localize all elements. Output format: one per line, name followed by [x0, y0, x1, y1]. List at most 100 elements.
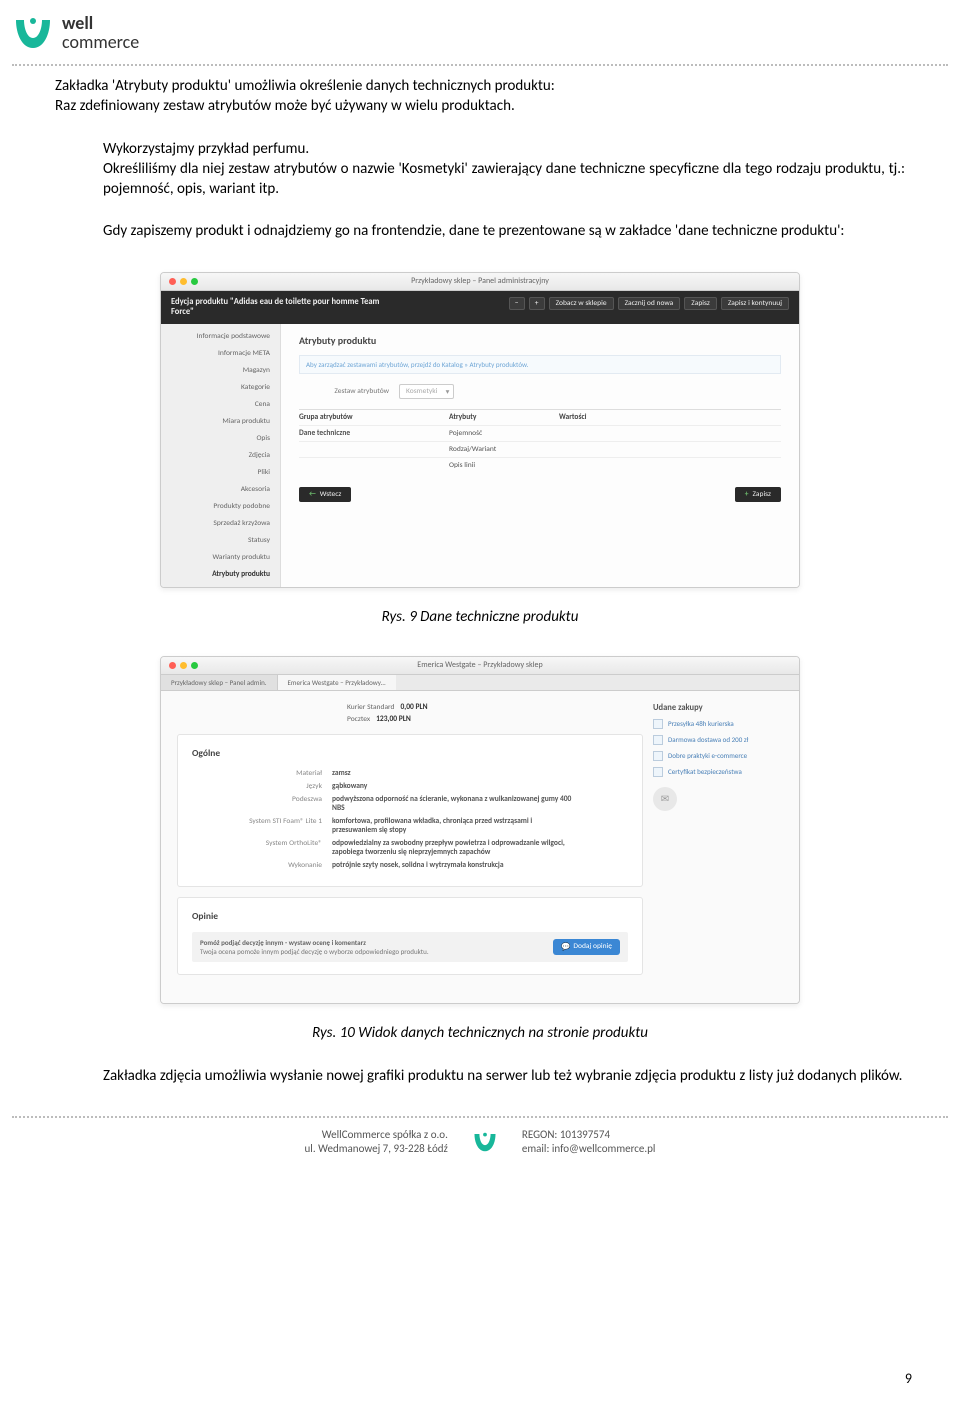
sidebar-item[interactable]: Informacje podstawowe	[161, 328, 280, 345]
logo-text: well commerce	[62, 14, 139, 52]
general-title: Ogólne	[192, 747, 628, 759]
attribute-set-select[interactable]: Kosmetyki	[399, 384, 454, 399]
ship-label: Kurier Standard	[347, 703, 394, 712]
mac-titlebar: Przykładowy sklep – Panel administracyjn…	[161, 273, 799, 291]
sidebar-item[interactable]: Produkty podobne	[161, 498, 280, 515]
opinions-line1: Pomóż podjąć decyzję innym - wystaw ocen…	[200, 938, 429, 947]
body-p1: Zakładka 'Atrybuty produktu' umożliwia o…	[55, 76, 905, 96]
sidebar-item[interactable]: Statusy	[161, 532, 280, 549]
chat-bubble-icon[interactable]: ✉	[653, 787, 677, 811]
chat-icon: 💬	[561, 942, 570, 952]
page-number: 9	[905, 1370, 912, 1387]
opinions-title: Opinie	[192, 910, 628, 922]
browser-tab-active[interactable]: Emerica Westgate – Przykładowy...	[278, 675, 396, 690]
save-continue-button[interactable]: Zapisz i kontynuuj	[721, 297, 789, 310]
spec-value: podwyższona odporność na ścieranie, wyko…	[332, 795, 572, 813]
box-icon	[653, 735, 663, 745]
minus-button[interactable]: −	[509, 297, 525, 310]
browser-tab[interactable]: Przykładowy sklep – Panel admin.	[161, 675, 278, 690]
logo-icon	[12, 12, 54, 54]
col-values: Wartości	[559, 413, 781, 422]
spec-value: odpowiedzialny za swobodny przepływ powi…	[332, 839, 572, 857]
side-item[interactable]: Certyfikat bezpieczeństwa	[653, 767, 783, 777]
opinions-section: Opinie Pomóż podjąć decyzję innym - wyst…	[177, 897, 643, 975]
footer-logo-icon	[472, 1129, 498, 1155]
caption-2: Rys. 10 Widok danych technicznych na str…	[55, 1024, 905, 1042]
sidebar-item[interactable]: Warianty produktu	[161, 549, 280, 566]
truck-icon	[653, 719, 663, 729]
pane-title: Atrybuty produktu	[299, 334, 781, 347]
side-item[interactable]: Dobre praktyki e-commerce	[653, 751, 783, 761]
spec-label: System STI Foam® Lite 1	[192, 817, 332, 835]
col-attr: Atrybuty	[449, 413, 559, 422]
doc-icon	[653, 751, 663, 761]
attr-label: Opis linii	[449, 461, 559, 470]
body-p2: Raz zdefiniowany zestaw atrybutów może b…	[55, 96, 905, 116]
body-p5: Gdy zapiszemy produkt i odnajdziemy go n…	[55, 221, 905, 241]
footer-email: email: info@wellcommerce.pl	[522, 1142, 656, 1156]
caption-1: Rys. 9 Dane techniczne produktu	[55, 608, 905, 626]
admin-topbar: Edycja produktu "Adidas eau de toilette …	[161, 291, 799, 324]
header-logo: well commerce	[0, 0, 960, 60]
back-button[interactable]: ← Wstecz	[299, 487, 351, 502]
edit-title: Edycja produktu "Adidas eau de toilette …	[171, 297, 391, 318]
admin-main-pane: Atrybuty produktu Aby zarządzać zestawam…	[281, 324, 799, 587]
side-item[interactable]: Darmowa dostawa od 200 zł	[653, 735, 783, 745]
sidebar-item[interactable]: Kategorie	[161, 379, 280, 396]
col-group: Grupa atrybutów	[299, 413, 449, 422]
admin-screenshot: Przykładowy sklep – Panel administracyjn…	[160, 272, 800, 588]
sidebar-item[interactable]: Pliki	[161, 464, 280, 481]
opinions-line2: Twoja ocena pomoże innym podjąć decyzję …	[200, 947, 429, 956]
group-label: Dane techniczne	[299, 429, 449, 438]
body-p3: Wykorzystajmy przykład perfumu.	[55, 139, 905, 159]
sidebar-item[interactable]: Informacje META	[161, 345, 280, 362]
select-label: Zestaw atrybutów	[299, 387, 399, 396]
sidebar-item[interactable]: Zdjęcia	[161, 447, 280, 464]
plus-icon: +	[745, 490, 749, 499]
attribute-table: Grupa atrybutów Atrybuty Wartości Dane t…	[299, 409, 781, 473]
side-title: Udane zakupy	[653, 703, 783, 713]
spec-label: Język	[192, 782, 332, 791]
body-p6: Zakładka zdjęcia umożliwia wysłanie nowe…	[55, 1066, 905, 1086]
window-title: Emerica Westgate – Przykładowy sklep	[161, 660, 799, 670]
save-button[interactable]: Zapisz	[684, 297, 717, 310]
spec-label: Podeszwa	[192, 795, 332, 813]
window-title: Przykładowy sklep – Panel administracyjn…	[161, 276, 799, 286]
attr-label: Rodzaj/Wariant	[449, 445, 559, 454]
spec-label: Wykonanie	[192, 861, 332, 870]
sidebar-item[interactable]: Sprzedaż krzyżowa	[161, 515, 280, 532]
store-screenshot: Emerica Westgate – Przykładowy sklep Prz…	[160, 656, 800, 1004]
sidebar-item[interactable]: Cena	[161, 396, 280, 413]
new-button[interactable]: Zacznij od nowa	[618, 297, 681, 310]
spec-value: gąbkowany	[332, 782, 572, 791]
side-item[interactable]: Przesyłka 48h kurierska	[653, 719, 783, 729]
general-section: Ogólne Materiałzamsz Językgąbkowany Pode…	[177, 734, 643, 887]
arrow-left-icon: ←	[309, 490, 316, 499]
ship-label: Pocztex	[347, 715, 370, 724]
spec-label: System OrthoLite®	[192, 839, 332, 857]
sidebar-item[interactable]: Opis	[161, 430, 280, 447]
footer-company: WellCommerce spółka z o.o.	[305, 1128, 448, 1142]
footer-regon: REGON: 101397574	[522, 1128, 656, 1142]
plus-button[interactable]: +	[529, 297, 545, 310]
sidebar-item-active[interactable]: Atrybuty produktu	[161, 566, 280, 583]
mac-titlebar: Emerica Westgate – Przykładowy sklep	[161, 657, 799, 675]
spec-value: zamsz	[332, 769, 572, 778]
ship-value: 0,00 PLN	[400, 703, 427, 712]
spec-value: komfortowa, profilowana wkładka, chronią…	[332, 817, 572, 835]
sidebar-item[interactable]: Magazyn	[161, 362, 280, 379]
hint-text: Aby zarządzać zestawami atrybutów, przej…	[299, 355, 781, 374]
lock-icon	[653, 767, 663, 777]
view-in-store-button[interactable]: Zobacz w sklepie	[549, 297, 614, 310]
sidebar-item[interactable]: Miara produktu	[161, 413, 280, 430]
spec-value: potrójnie szyty nosek, solidna i wytrzym…	[332, 861, 572, 870]
header-divider	[12, 64, 948, 66]
footer-divider	[12, 1116, 948, 1118]
admin-sidebar: Informacje podstawowe Informacje META Ma…	[161, 324, 281, 587]
ship-value: 123,00 PLN	[376, 715, 411, 724]
save-button-bottom[interactable]: + Zapisz	[735, 487, 781, 502]
spec-label: Materiał	[192, 769, 332, 778]
add-opinion-button[interactable]: 💬 Dodaj opinię	[553, 939, 620, 955]
sidebar-item[interactable]: Akcesoria	[161, 481, 280, 498]
body-p4: Określiliśmy dla niej zestaw atrybutów o…	[55, 159, 905, 200]
